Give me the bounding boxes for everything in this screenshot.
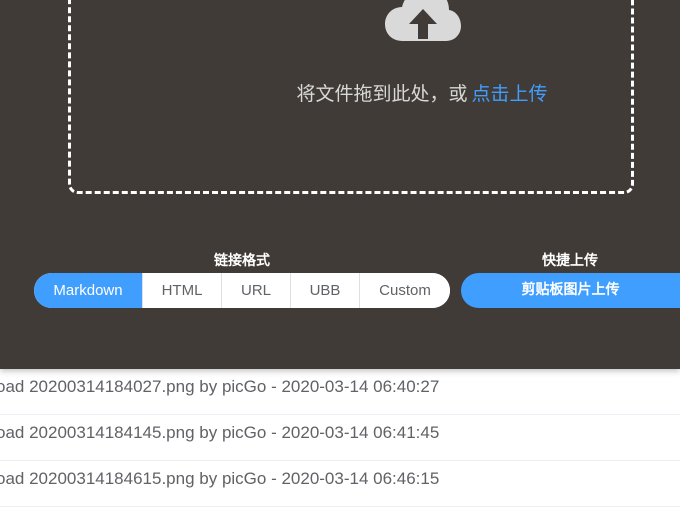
format-option-ubb[interactable]: UBB <box>290 273 359 308</box>
link-format-label: 链接格式 <box>214 253 270 269</box>
clipboard-upload-button[interactable]: 剪贴板图片上传 <box>461 273 680 308</box>
link-format-selector: Markdown HTML URL UBB Custom <box>34 273 450 308</box>
click-upload-link[interactable]: 点击上传 <box>472 83 548 105</box>
list-item: oad 20200314184145.png by picGo - 2020-0… <box>0 415 680 461</box>
quick-upload-label: 快捷上传 <box>542 253 598 269</box>
list-item: oad 20200314184027.png by picGo - 2020-0… <box>0 369 680 415</box>
upload-dropzone[interactable]: 将文件拖到此处，或 点击上传 <box>68 0 634 194</box>
format-option-custom[interactable]: Custom <box>359 273 450 308</box>
drop-hint: 将文件拖到此处，或 点击上传 <box>296 83 548 105</box>
format-option-markdown[interactable]: Markdown <box>34 273 142 308</box>
format-option-html[interactable]: HTML <box>142 273 221 308</box>
cloud-upload-icon <box>385 0 461 41</box>
format-option-url[interactable]: URL <box>221 273 290 308</box>
upload-panel: 将文件拖到此处，或 点击上传 链接格式 快捷上传 Markdown HTML UR… <box>0 0 680 369</box>
list-item: oad 20200314184615.png by picGo - 2020-0… <box>0 461 680 507</box>
upload-log: oad 20200314184027.png by picGo - 2020-0… <box>0 369 680 507</box>
